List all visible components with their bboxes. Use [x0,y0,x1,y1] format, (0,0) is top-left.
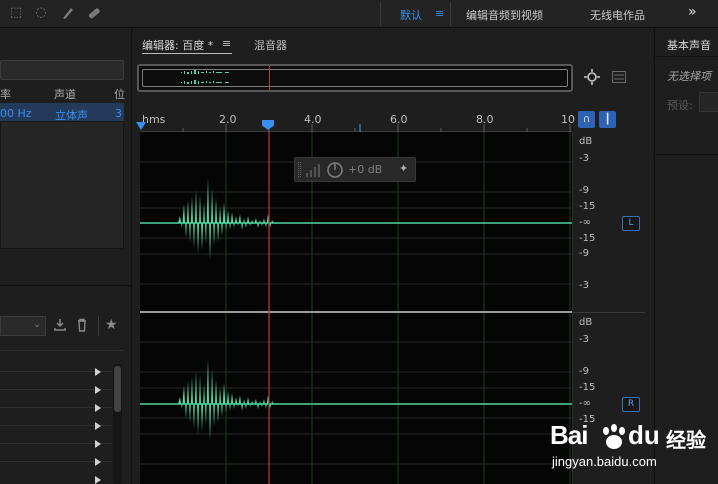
effect-slot-arrow-icon[interactable] [95,458,101,466]
pin-icon[interactable]: ✦ [399,162,408,175]
volume-knob-icon[interactable] [326,161,344,179]
channel-divider [573,312,645,313]
db-tick-label: -9 [579,248,589,259]
waveform-canvas [140,132,572,484]
file-sample-rate: 00 Hz [0,107,32,120]
column-channels[interactable]: 声道 [54,86,76,102]
effect-slot-arrow-icon[interactable] [95,476,101,484]
lasso-icon[interactable]: ◌ [33,5,49,21]
divider [655,154,718,155]
watermark-brand: Bai [550,420,588,450]
baidu-watermark: Bai du 经验 jingyan.baidu.com [548,418,714,480]
db-tick-label: -3 [579,334,589,345]
preset-select[interactable] [699,92,718,112]
save-preset-icon[interactable] [53,318,67,332]
files-list-area[interactable] [0,121,124,249]
workspace-radio-production[interactable]: 无线电作品 [590,7,645,23]
favorite-star-icon[interactable]: ★ [105,317,118,333]
db-tick-label: -9 [579,185,589,196]
workspace-edit-audio-to-video[interactable]: 编辑音频到视频 [466,7,543,23]
divider [380,2,381,26]
level-bars-icon [306,164,320,177]
marker-pin-icon[interactable]: ┃ [599,111,616,128]
db-tick-label: -∞ [579,217,591,228]
effect-slot-arrow-icon[interactable] [95,386,101,394]
effects-scrollbar[interactable] [113,364,122,484]
db-tick-label: -15 [579,382,596,393]
effect-slot-arrow-icon[interactable] [95,422,101,430]
db-tick-label: -3 [579,153,589,164]
gain-value[interactable]: +0 dB [348,163,382,176]
column-sample-rate[interactable]: 率 [0,86,11,102]
preset-dropdown[interactable]: ⌄ [0,316,46,336]
workspace-default[interactable]: 默认 [400,7,422,23]
scrollbar-thumb[interactable] [114,366,121,412]
divider [450,2,451,26]
hud-grip-icon[interactable] [298,162,301,177]
active-tab-underline [142,53,232,54]
db-tick-label: -∞ [579,398,591,409]
chevron-down-icon: ⌄ [33,319,42,330]
divider [0,350,124,351]
channel-left-toggle[interactable]: L [622,216,640,231]
time-ruler[interactable]: hms 2.0 4.0 6.0 8.0 10 [136,110,575,132]
column-bit-depth[interactable]: 位 [114,86,125,102]
no-selection-text: 无选择项 [667,70,711,83]
db-tick-label: -15 [579,233,596,244]
volume-hud[interactable]: +0 dB ✦ [294,157,416,182]
divider [0,285,132,286]
trash-icon[interactable] [75,318,89,332]
watermark-url: jingyan.baidu.com [552,454,657,469]
tab-editor[interactable]: 编辑器: 百度 * [142,37,213,53]
baidu-paw-icon [603,424,625,449]
selection-start-marker-icon[interactable] [136,122,146,130]
panel-title[interactable]: 基本声音 [667,37,711,53]
db-unit-label: dB [579,136,593,147]
watermark-cn: 经验 [666,428,706,452]
db-tick-label: -9 [579,366,589,377]
effect-slot-arrow-icon[interactable] [95,440,101,448]
spot-healing-icon[interactable] [86,5,102,21]
files-search-input[interactable] [0,60,124,80]
top-toolbar: ⬚ ◌ 默认 ≡ 编辑音频到视频 无线电作品 » [0,0,718,28]
workspace-menu-icon[interactable]: ≡ [435,7,444,20]
file-bit-depth: 3 [115,107,122,120]
brush-icon[interactable] [60,5,76,21]
channel-right-toggle[interactable]: R [622,397,640,412]
db-tick-label: -15 [579,201,596,212]
overview-waveform [181,66,270,90]
tab-editor-menu-icon[interactable]: ≡ [222,37,231,50]
waveform-overview[interactable] [137,64,573,92]
more-workspaces-icon[interactable]: » [688,4,697,20]
divider [655,56,718,57]
db-unit-label: dB [579,317,593,328]
panel-options-icon[interactable] [612,71,626,83]
watermark-brand-suffix: du [628,420,660,450]
waveform-display[interactable] [140,132,572,484]
db-tick-label: -3 [579,280,589,291]
tab-mixer[interactable]: 混音器 [254,37,287,53]
effect-slot-arrow-icon[interactable] [95,368,101,376]
effect-slot-arrow-icon[interactable] [95,404,101,412]
divider [98,316,99,336]
marquee-select-icon[interactable]: ⬚ [8,5,24,21]
loop-monitor-icon[interactable]: ∩ [578,111,595,128]
ruler-ticks [182,124,571,132]
essential-sound-panel: 基本声音 无选择项 预设: [654,28,718,484]
zoom-to-selection-icon[interactable] [583,68,601,86]
preset-label: 预设: [667,99,693,112]
